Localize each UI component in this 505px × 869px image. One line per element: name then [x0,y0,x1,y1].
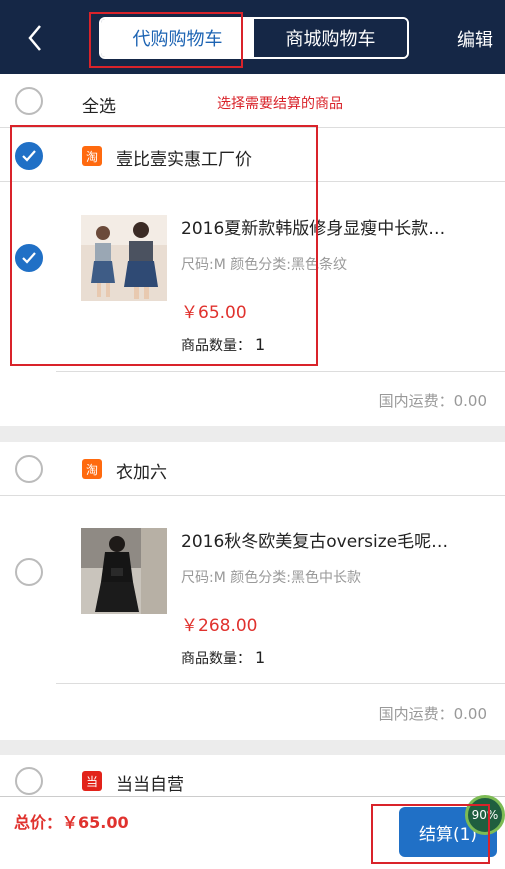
taobao-icon: 淘 [82,146,102,166]
check-icon [22,150,36,162]
quantity-label: 商品数量： [181,338,251,354]
quantity-label: 商品数量： [181,651,251,667]
quantity-value: 1 [255,335,266,354]
product-image[interactable] [81,528,167,614]
quantity-value: 1 [255,648,266,667]
product-image[interactable] [81,215,167,301]
taobao-icon: 淘 [82,459,102,479]
store-checkbox[interactable] [15,455,43,483]
select-all-checkbox[interactable] [15,87,43,115]
product-spec: 尺码:M 颜色分类:黑色中长款 [181,570,361,586]
store-name[interactable]: 衣加六 [116,458,167,483]
total-price: 总价：￥65.00 [14,813,129,832]
product-quantity: 商品数量： 1 [181,648,265,668]
tab-mall-cart[interactable]: 商城购物车 [254,19,407,57]
top-bar: 代购购物车 商城购物车 编辑 [0,0,505,74]
product-title[interactable]: 2016夏新款韩版修身显瘦中长款… [181,214,445,239]
check-icon [22,252,36,264]
cart-tabs: 代购购物车 商城购物车 [99,17,409,59]
product-price: ￥268.00 [181,616,258,636]
shipping-fee: 国内运费：0.00 [378,705,487,723]
product-title[interactable]: 2016秋冬欧美复古oversize毛呢… [181,527,448,552]
product-spec: 尺码:M 颜色分类:黑色条纹 [181,257,347,273]
back-icon[interactable] [22,20,52,56]
store-checkbox[interactable] [15,142,43,170]
store-header [0,128,505,182]
product-quantity: 商品数量： 1 [181,335,265,355]
store-checkbox[interactable] [15,767,43,795]
product-price: ￥65.00 [181,303,247,323]
store-name[interactable]: 壹比壹实惠工厂价 [116,145,252,170]
item-checkbox[interactable] [15,558,43,586]
dangdang-icon: 当 [82,771,102,791]
divider [56,371,505,372]
store-name[interactable]: 当当自营 [116,770,184,795]
annotation-hint: 选择需要结算的商品 [217,96,343,112]
shipping-fee: 国内运费：0.00 [378,392,487,410]
tab-proxy-cart[interactable]: 代购购物车 [101,19,254,57]
progress-badge[interactable]: 90% [465,795,505,835]
select-all-label: 全选 [82,97,116,117]
item-checkbox[interactable] [15,244,43,272]
store-header [0,442,505,496]
store-group [0,755,505,797]
edit-button[interactable]: 编辑 [457,26,493,52]
divider [56,683,505,684]
